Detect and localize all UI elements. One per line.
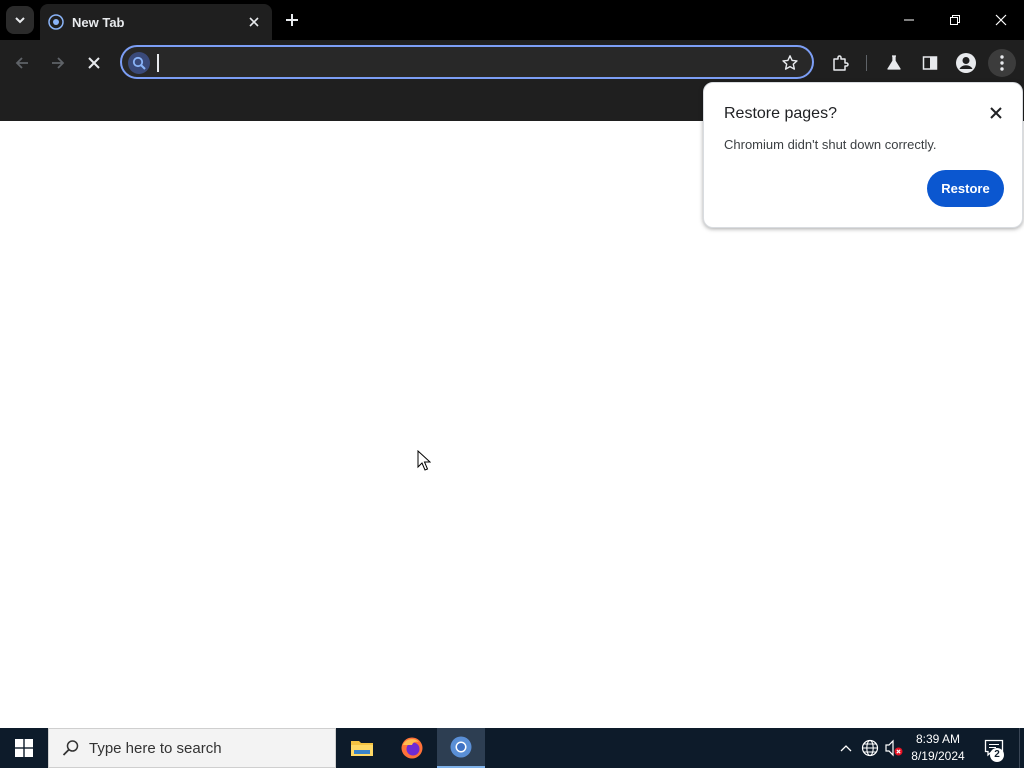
taskbar-firefox[interactable] [388,728,436,768]
taskbar-chromium[interactable] [437,728,485,768]
plus-icon [286,14,298,26]
chevron-down-icon [15,17,25,24]
search-icon [128,52,150,74]
chromium-favicon-icon [48,14,64,30]
tab-search-button[interactable] [6,6,34,34]
side-panel-icon [922,56,938,70]
tab-strip: New Tab [0,0,1024,40]
toolbar-divider [866,55,867,71]
minimize-button[interactable] [886,0,932,40]
new-tab-button[interactable] [280,8,304,32]
address-bar[interactable] [120,45,814,79]
tab-close-icon[interactable] [244,12,264,32]
tab-new-tab[interactable]: New Tab [40,4,272,40]
mouse-cursor-icon [417,450,431,471]
taskbar-clock[interactable]: 8:39 AM 8/19/2024 [905,731,971,765]
text-caret [157,54,159,72]
dialog-message: Chromium didn't shut down correctly. [724,137,937,152]
show-desktop-button[interactable] [1019,728,1024,768]
tab-title: New Tab [72,14,125,30]
taskbar-search-placeholder: Type here to search [89,739,222,757]
back-button[interactable] [8,49,36,77]
restore-window-icon [950,15,960,25]
clock-time: 8:39 AM [915,732,961,746]
windows-logo-icon [15,739,33,757]
restore-button[interactable]: Restore [927,170,1004,207]
minimize-icon [904,19,914,21]
address-input[interactable] [156,49,756,75]
restore-window-button[interactable] [932,0,978,40]
dialog-close-icon[interactable] [986,103,1006,123]
flask-icon [887,55,901,70]
notification-count-badge: 2 [990,748,1004,762]
firefox-icon [401,737,423,759]
taskbar-file-explorer[interactable] [338,728,386,768]
volume-muted-icon[interactable] [884,738,904,758]
show-hidden-icons-chevron-up-icon[interactable] [836,738,856,758]
more-vert-icon [1000,55,1004,71]
close-window-button[interactable] [978,0,1024,40]
side-panel-button[interactable] [916,49,944,77]
bookmark-star-icon[interactable] [780,53,800,73]
forward-button[interactable] [44,49,72,77]
puzzle-icon [833,55,849,71]
browser-toolbar [0,40,1024,86]
extensions-button[interactable] [826,49,854,77]
restore-pages-dialog: Restore pages? Chromium didn't shut down… [703,82,1023,228]
close-icon [88,57,100,69]
avatar-icon [956,53,976,73]
start-button[interactable] [0,728,48,768]
labs-button[interactable] [880,49,908,77]
close-icon [995,14,1007,26]
taskbar-search-box[interactable]: Type here to search [48,728,336,768]
search-icon [61,738,81,758]
profile-button[interactable] [952,49,980,77]
taskbar: Type here to search 8:39 AM 8/19/2024 2 [0,728,1024,768]
dialog-title: Restore pages? [724,105,837,122]
arrow-right-icon [52,57,65,69]
menu-button[interactable] [988,49,1016,77]
chromium-icon [450,736,472,758]
arrow-left-icon [15,57,28,69]
stop-loading-button[interactable] [80,49,108,77]
network-globe-icon[interactable] [860,738,880,758]
clock-date: 8/19/2024 [911,749,965,763]
folder-icon [351,741,373,756]
